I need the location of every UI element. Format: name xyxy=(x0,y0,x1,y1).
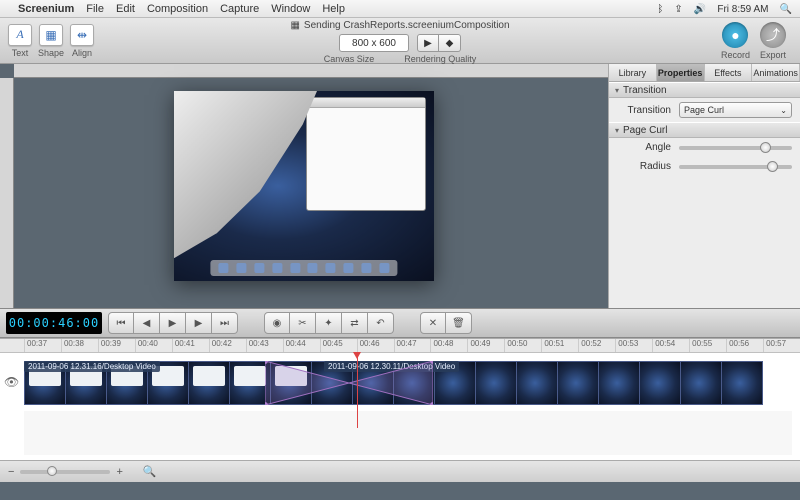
clip-thumbnail[interactable] xyxy=(639,361,681,405)
zoom-out-button[interactable]: − xyxy=(8,466,14,478)
remove-button[interactable]: ✕ xyxy=(420,312,446,334)
canvas-size-label: Canvas Size xyxy=(324,54,375,64)
spotlight-icon[interactable]: 🔍 xyxy=(780,4,792,15)
angle-label: Angle xyxy=(617,142,671,153)
rendering-quality-label: Rendering Quality xyxy=(404,54,476,64)
vertical-ruler xyxy=(0,78,14,308)
os-menubar: Screenium File Edit Composition Capture … xyxy=(0,0,800,18)
horizontal-ruler xyxy=(14,64,608,78)
step-forward-button[interactable]: ▶ xyxy=(186,312,212,334)
track-area[interactable]: 👁 2011-09-06 12.31.16/Desktop Video 2011… xyxy=(0,353,800,460)
angle-slider[interactable] xyxy=(679,146,792,150)
transition-select[interactable]: Page Curl xyxy=(679,102,792,118)
track-visibility-icon[interactable]: 👁 xyxy=(4,375,19,389)
zoom-bar: − + 🔍 xyxy=(0,460,800,482)
text-tool-label: Text xyxy=(12,48,29,58)
menu-window[interactable]: Window xyxy=(271,3,310,15)
menu-capture[interactable]: Capture xyxy=(220,3,259,15)
menu-composition[interactable]: Composition xyxy=(147,3,208,15)
clip-thumbnail[interactable] xyxy=(721,361,763,405)
zoom-slider[interactable] xyxy=(20,470,110,474)
go-end-button[interactable]: ⏭ xyxy=(212,312,238,334)
tab-animations[interactable]: Animations xyxy=(752,64,800,81)
clock[interactable]: Fri 8:59 AM xyxy=(717,4,768,15)
document-icon: ▦ xyxy=(290,20,299,31)
playback-controls: ⏮ ◀ ▶ ▶ ⏭ xyxy=(108,312,238,334)
clip-thumbnail[interactable] xyxy=(270,361,312,405)
quality-low-button[interactable]: ▶ xyxy=(417,34,439,52)
menu-help[interactable]: Help xyxy=(322,3,345,15)
time-ruler[interactable]: 00:3700:3800:3900:4000:4100:4200:4300:44… xyxy=(0,339,800,353)
bluetooth-icon[interactable]: ᛒ xyxy=(657,4,663,15)
clip-1-label: 2011-09-06 12.31.16/Desktop Video xyxy=(24,361,160,372)
play-button[interactable]: ▶ xyxy=(160,312,186,334)
preview-window xyxy=(306,97,426,211)
canvas-preview[interactable] xyxy=(174,91,434,281)
rendering-quality-segmented[interactable]: ▶ ◆ xyxy=(417,34,461,52)
split-button[interactable]: ✂ xyxy=(290,312,316,334)
radius-slider[interactable] xyxy=(679,165,792,169)
canvas-size-field[interactable]: 800 x 600 xyxy=(339,34,409,52)
inspector-panel: Library Properties Effects Animations Tr… xyxy=(608,64,800,308)
undo-button[interactable]: ↶ xyxy=(368,312,394,334)
align-tool-label: Align xyxy=(72,48,92,58)
trash-button[interactable]: 🗑 xyxy=(446,312,472,334)
step-back-button[interactable]: ◀ xyxy=(134,312,160,334)
clip-thumbnail[interactable] xyxy=(598,361,640,405)
clip-thumbnail[interactable] xyxy=(557,361,599,405)
tab-library[interactable]: Library xyxy=(609,64,657,81)
timecode-display: 00:00:46:00 xyxy=(6,312,102,334)
export-label: Export xyxy=(760,50,786,60)
record-label: Record xyxy=(721,50,750,60)
page-curl-effect xyxy=(174,91,317,258)
menu-edit[interactable]: Edit xyxy=(116,3,135,15)
menubar-status: ᛒ ⇪ 🔊 Fri 8:59 AM 🔍 xyxy=(649,3,792,15)
tab-effects[interactable]: Effects xyxy=(705,64,753,81)
go-start-button[interactable]: ⏮ xyxy=(108,312,134,334)
canvas-area[interactable] xyxy=(0,64,608,308)
delete-controls: ✕ 🗑 xyxy=(420,312,472,334)
preview-dock xyxy=(210,260,397,276)
transport-bar: 00:00:46:00 ⏮ ◀ ▶ ▶ ⏭ ◉ ✂ ✦ ⇄ ↶ ✕ 🗑 xyxy=(0,308,800,338)
clip-thumbnail[interactable] xyxy=(475,361,517,405)
section-transition[interactable]: Transition xyxy=(609,82,800,98)
record-indicator-button[interactable]: ◉ xyxy=(264,312,290,334)
video-track-2[interactable] xyxy=(24,411,792,455)
app-toolbar: A Text ▦ Shape ⇹ Align ▦ Sending CrashRe… xyxy=(0,18,800,64)
shape-tool-button[interactable]: ▦ xyxy=(39,24,63,46)
wifi-icon[interactable]: ⇪ xyxy=(674,4,682,15)
tab-properties[interactable]: Properties xyxy=(657,64,705,81)
clip-thumbnail[interactable] xyxy=(680,361,722,405)
marker-button[interactable]: ✦ xyxy=(316,312,342,334)
section-pagecurl[interactable]: Page Curl xyxy=(609,122,800,138)
zoom-fit-button[interactable]: 🔍 xyxy=(143,465,157,478)
clip-thumbnail[interactable] xyxy=(516,361,558,405)
export-button[interactable]: ⤴ xyxy=(760,22,786,48)
volume-icon[interactable]: 🔊 xyxy=(694,4,706,15)
clip-thumbnail[interactable] xyxy=(229,361,271,405)
text-tool-button[interactable]: A xyxy=(8,24,32,46)
edit-controls: ◉ ✂ ✦ ⇄ ↶ xyxy=(264,312,394,334)
align-tool-button[interactable]: ⇹ xyxy=(70,24,94,46)
playhead[interactable] xyxy=(357,353,358,428)
record-button[interactable]: ● xyxy=(722,22,748,48)
quality-high-button[interactable]: ◆ xyxy=(439,34,461,52)
app-menu[interactable]: Screenium xyxy=(18,3,74,15)
radius-label: Radius xyxy=(617,161,671,172)
menu-file[interactable]: File xyxy=(86,3,104,15)
shape-tool-label: Shape xyxy=(38,48,64,58)
clip-2-label: 2011-09-06 12.30.11/Desktop Video xyxy=(324,361,459,372)
transition-field-label: Transition xyxy=(617,105,671,116)
document-title: ▦ Sending CrashReports.screeniumComposit… xyxy=(290,20,509,31)
video-track-1[interactable]: 2011-09-06 12.31.16/Desktop Video 2011-0… xyxy=(24,361,762,405)
link-button[interactable]: ⇄ xyxy=(342,312,368,334)
zoom-in-button[interactable]: + xyxy=(116,466,122,478)
timeline: 00:3700:3800:3900:4000:4100:4200:4300:44… xyxy=(0,338,800,482)
clip-thumbnail[interactable] xyxy=(188,361,230,405)
